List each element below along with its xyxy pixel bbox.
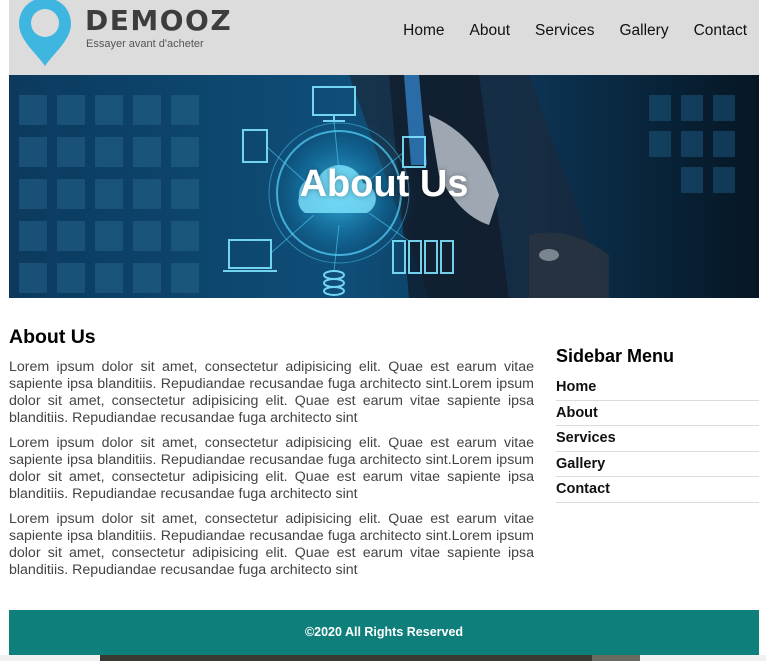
- bottom-strip-dark: [100, 655, 640, 661]
- nav-contact[interactable]: Contact: [694, 22, 747, 40]
- sidebar-item-services[interactable]: Services: [556, 426, 759, 452]
- bottom-strip: [0, 655, 766, 661]
- hero-banner: About Us: [9, 75, 759, 298]
- paragraph: Lorem ipsum dolor sit amet, consectetur …: [9, 359, 534, 426]
- paragraph: Lorem ipsum dolor sit amet, consectetur …: [9, 511, 534, 578]
- site-header: DEMOOZ Essayer avant d'acheter Home Abou…: [9, 0, 759, 75]
- sidebar: Sidebar Menu Home About Services Gallery…: [556, 346, 759, 503]
- location-pin-icon: [19, 0, 71, 66]
- sidebar-item-gallery[interactable]: Gallery: [556, 452, 759, 477]
- nav-services[interactable]: Services: [535, 22, 594, 40]
- brand-name: DEMOOZ: [85, 4, 233, 37]
- copyright-text: ©2020 All Rights Reserved: [304, 625, 464, 639]
- sidebar-item-home[interactable]: Home: [556, 375, 759, 401]
- nav-about[interactable]: About: [470, 22, 511, 40]
- sidebar-title: Sidebar Menu: [556, 346, 675, 366]
- nav-gallery[interactable]: Gallery: [619, 22, 668, 40]
- site-footer: ©2020 All Rights Reserved: [9, 610, 759, 655]
- page: DEMOOZ Essayer avant d'acheter Home Abou…: [9, 0, 759, 655]
- banner-title: About Us: [299, 163, 469, 205]
- sidebar-item-contact[interactable]: Contact: [556, 477, 759, 503]
- sidebar-item-about[interactable]: About: [556, 401, 759, 426]
- nav-home[interactable]: Home: [403, 22, 444, 40]
- content-area: About Us Lorem ipsum dolor sit amet, con…: [9, 298, 759, 610]
- main-content: About Us Lorem ipsum dolor sit amet, con…: [9, 326, 534, 587]
- bottom-strip-mid: [592, 655, 640, 661]
- section-title: About Us: [9, 326, 96, 348]
- brand-tagline: Essayer avant d'acheter: [86, 38, 204, 50]
- paragraph: Lorem ipsum dolor sit amet, consectetur …: [9, 435, 534, 502]
- main-nav: Home About Services Gallery Contact: [378, 22, 747, 40]
- logo[interactable]: DEMOOZ Essayer avant d'acheter: [15, 0, 235, 70]
